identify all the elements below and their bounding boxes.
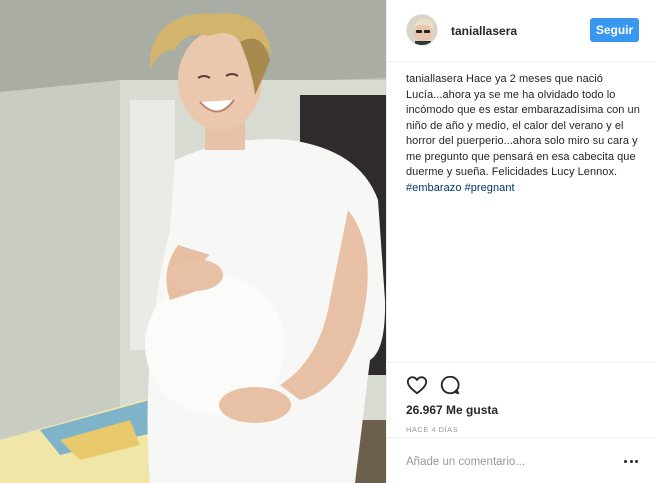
post-timestamp[interactable]: HACE 4 DÍAS: [406, 425, 458, 434]
hashtag-link[interactable]: #pregnant: [465, 182, 515, 194]
comment-input[interactable]: [406, 454, 606, 470]
username-link[interactable]: taniallasera: [451, 24, 517, 38]
like-count[interactable]: 26.967 Me gusta: [406, 403, 498, 417]
comment-bar: [387, 437, 655, 483]
dot: [624, 459, 627, 463]
heart-outline-icon[interactable]: [406, 374, 428, 396]
follow-button[interactable]: Seguir: [590, 18, 639, 42]
hashtag-link[interactable]: #embarazo: [406, 182, 461, 194]
post-photo[interactable]: [0, 0, 386, 483]
post-actions: 26.967 Me gusta HACE 4 DÍAS: [387, 362, 655, 472]
ellipsis-icon[interactable]: [624, 457, 638, 465]
caption-username[interactable]: taniallasera: [406, 73, 463, 85]
caption-text: Hace ya 2 meses que nació Lucía...ahora …: [406, 73, 640, 178]
post-header: taniallasera Seguir: [387, 0, 655, 62]
avatar[interactable]: [406, 14, 438, 46]
post-side-panel: taniallasera Seguir taniallasera Hace ya…: [386, 0, 655, 483]
dot: [635, 459, 638, 463]
pregnant-woman-photo: [0, 0, 386, 483]
avatar-icon: [407, 15, 437, 45]
post-caption: taniallasera Hace ya 2 meses que nació L…: [406, 72, 641, 196]
speech-bubble-icon[interactable]: [439, 374, 461, 396]
dot: [629, 459, 633, 463]
